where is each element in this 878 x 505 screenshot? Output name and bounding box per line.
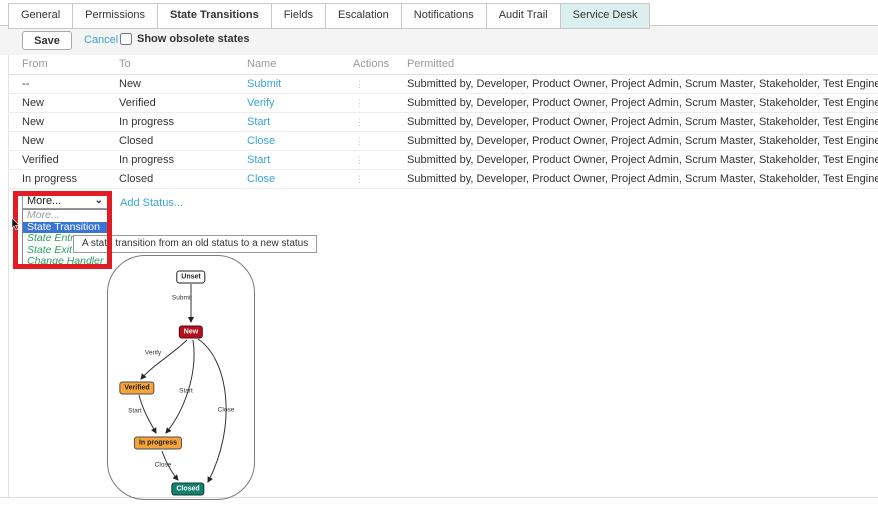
workflow-editor-screen: General Permissions State Transitions Fi… (0, 0, 878, 505)
save-button[interactable]: Save (22, 31, 72, 50)
from-cell: Verified (8, 151, 119, 170)
table-row: In progress Closed Close ⋮ Submitted by,… (8, 170, 878, 189)
column-header-permitted: Permitted (407, 55, 878, 75)
show-obsolete-label: Show obsolete states (137, 33, 249, 45)
state-node-in-progress: In progress (134, 437, 182, 450)
state-node-new: New (179, 326, 203, 339)
edge-label-start-mid: Start (179, 388, 193, 395)
state-transitions-table: From To Name Actions Permitted -- New Su… (8, 55, 878, 189)
row-actions-icon[interactable]: ⋮ (353, 117, 364, 127)
transition-name-link[interactable]: Close (247, 135, 275, 147)
to-cell: Closed (119, 132, 247, 151)
column-header-name: Name (247, 55, 353, 75)
dropdown-item-change-handler[interactable]: Change Handler (23, 256, 108, 268)
add-status-link[interactable]: Add Status... (120, 197, 183, 209)
tab-audit-trail[interactable]: Audit Trail (486, 3, 561, 29)
cancel-link[interactable]: Cancel (84, 34, 118, 46)
table-row: New Closed Close ⋮ Submitted by, Develop… (8, 132, 878, 151)
to-cell: Closed (119, 170, 247, 189)
more-select[interactable]: More... ⌄ (22, 193, 108, 209)
toolbar: Save Cancel Show obsolete states (0, 26, 878, 55)
dropdown-item-more[interactable]: More... (23, 210, 108, 222)
state-machine-diagram: Unset New Verified In progress Closed Su… (107, 255, 255, 500)
permitted-cell: Submitted by, Developer, Product Owner, … (407, 94, 878, 113)
column-header-to: To (119, 55, 247, 75)
tab-fields[interactable]: Fields (271, 3, 326, 29)
table-row: Verified In progress Start ⋮ Submitted b… (8, 151, 878, 170)
more-select-value: More... (27, 195, 61, 207)
edge-label-close-right: Close (218, 407, 235, 414)
tab-notifications[interactable]: Notifications (401, 3, 487, 29)
table-row: New In progress Start ⋮ Submitted by, De… (8, 113, 878, 132)
from-cell: New (8, 113, 119, 132)
transition-name-link[interactable]: Verify (247, 97, 275, 109)
tab-permissions[interactable]: Permissions (72, 3, 158, 29)
tab-escalation[interactable]: Escalation (325, 3, 402, 29)
workflow-graph-edges (108, 256, 254, 499)
tab-label: Notifications (414, 9, 474, 21)
tab-label: Audit Trail (499, 9, 548, 21)
row-actions-icon[interactable]: ⋮ (353, 136, 364, 146)
permitted-cell: Submitted by, Developer, Product Owner, … (407, 113, 878, 132)
table-row: New Verified Verify ⋮ Submitted by, Deve… (8, 94, 878, 113)
mouse-cursor-icon (11, 218, 20, 230)
from-cell: -- (8, 75, 119, 94)
permitted-cell: Submitted by, Developer, Product Owner, … (407, 151, 878, 170)
row-actions-icon[interactable]: ⋮ (353, 79, 364, 89)
edge-label-close-bottom: Close (155, 462, 172, 469)
column-header-from: From (8, 55, 119, 75)
state-node-unset: Unset (176, 271, 205, 284)
tab-label: General (21, 9, 60, 21)
tab-label: Permissions (85, 9, 145, 21)
transition-name-link[interactable]: Start (247, 116, 270, 128)
edge-new-verified (141, 340, 187, 379)
row-actions-icon[interactable]: ⋮ (353, 174, 364, 184)
show-obsolete-states-control: Show obsolete states (120, 33, 249, 45)
tabbar: General Permissions State Transitions Fi… (8, 3, 650, 29)
row-actions-icon[interactable]: ⋮ (353, 98, 364, 108)
from-cell: New (8, 132, 119, 151)
tab-general[interactable]: General (8, 3, 73, 29)
edge-label-verify: Verify (145, 350, 161, 357)
state-node-closed: Closed (171, 483, 204, 496)
permitted-cell: Submitted by, Developer, Product Owner, … (407, 170, 878, 189)
state-transition-tooltip: A state transition from an old status to… (73, 235, 317, 253)
tab-service-desk[interactable]: Service Desk (560, 3, 651, 29)
tab-label: State Transitions (170, 9, 259, 21)
from-cell: In progress (8, 170, 119, 189)
chevron-down-icon: ⌄ (95, 194, 103, 208)
table-header-row: From To Name Actions Permitted (8, 55, 878, 75)
to-cell: In progress (119, 151, 247, 170)
state-node-verified: Verified (119, 382, 154, 395)
permitted-cell: Submitted by, Developer, Product Owner, … (407, 75, 878, 94)
table-row: -- New Submit ⋮ Submitted by, Developer,… (8, 75, 878, 94)
to-cell: New (119, 75, 247, 94)
to-cell: Verified (119, 94, 247, 113)
transition-name-link[interactable]: Close (247, 173, 275, 185)
transition-name-link[interactable]: Submit (247, 78, 281, 90)
transition-name-link[interactable]: Start (247, 154, 270, 166)
edge-label-submit: Submit (172, 295, 192, 302)
tab-state-transitions[interactable]: State Transitions (157, 3, 272, 29)
show-obsolete-checkbox[interactable] (120, 33, 132, 45)
column-header-actions: Actions (353, 55, 407, 75)
edge-label-start-left: Start (128, 408, 142, 415)
tab-label: Service Desk (573, 9, 638, 21)
permitted-cell: Submitted by, Developer, Product Owner, … (407, 132, 878, 151)
row-actions-icon[interactable]: ⋮ (353, 155, 364, 165)
to-cell: In progress (119, 113, 247, 132)
tab-label: Fields (284, 9, 313, 21)
tab-label: Escalation (338, 9, 389, 21)
from-cell: New (8, 94, 119, 113)
